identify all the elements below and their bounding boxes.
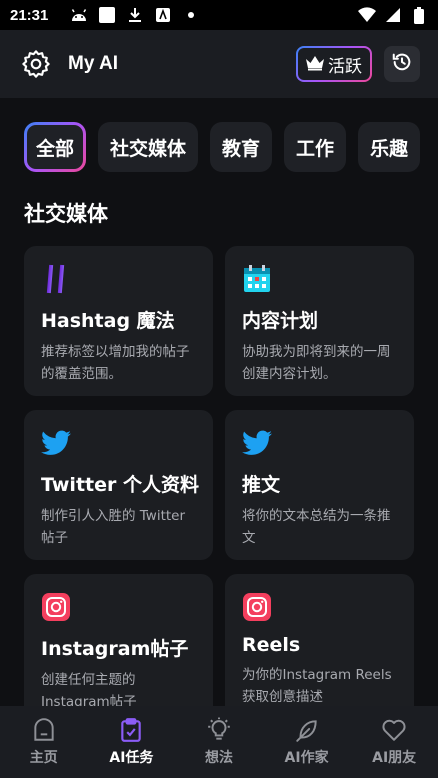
task-card-instagram-post[interactable]: Instagram帖子 创建任何主题的Instagram帖子 [24, 574, 213, 706]
battery-icon [410, 6, 428, 24]
android-icon [70, 6, 88, 24]
task-card-tweet[interactable]: 推文 将你的文本总结为一条推文 [225, 410, 414, 560]
clipboard-icon [118, 717, 144, 743]
tab-work[interactable]: 工作 [284, 122, 347, 172]
card-title: 推文 [242, 474, 281, 496]
twitter-icon [242, 428, 272, 458]
tab-fun[interactable]: 乐趣 [358, 122, 421, 172]
history-icon [391, 51, 413, 77]
gear-icon[interactable] [18, 46, 54, 82]
download-icon [126, 6, 144, 24]
nav-ai-writer[interactable]: AI作家 [267, 717, 347, 767]
card-description: 制作引人入胜的 Twitter 帖子 [41, 508, 186, 546]
card-title: Instagram帖子 [41, 638, 189, 660]
category-tabs: 全部 社交媒体 教育 工作 乐趣 [24, 122, 438, 174]
nav-label: AI作家 [284, 750, 329, 766]
signal-icon [384, 6, 402, 24]
section-title: 社交媒体 [24, 202, 108, 226]
app-title: My AI [68, 53, 118, 74]
bottom-nav: 主页 AI任务 想法 AI作家 AI朋友 [0, 706, 438, 778]
task-grid: Hashtag 魔法 推荐标签以增加我的帖子的覆盖范围。 内容计划 协助我为即将… [24, 246, 414, 706]
heart-icon [381, 717, 407, 743]
app-notification-icon [154, 6, 172, 24]
card-description: 推荐标签以增加我的帖子的覆盖范围。 [41, 344, 190, 382]
nav-label: 主页 [29, 750, 58, 766]
card-description: 创建任何主题的Instagram帖子 [41, 672, 137, 706]
card-description: 协助我为即将到来的一周创建内容计划。 [242, 344, 391, 382]
nav-ai-tasks[interactable]: AI任务 [91, 717, 171, 767]
nav-home[interactable]: 主页 [4, 717, 84, 767]
card-title: Twitter 个人资料 [41, 474, 199, 496]
status-bar: 21:31 [0, 0, 438, 30]
instagram-icon [242, 592, 272, 622]
lightbulb-icon [206, 717, 232, 743]
app-header: My AI 活跃 [0, 30, 438, 98]
wifi-icon [358, 6, 376, 24]
card-description: 为你的Instagram Reels获取创意描述 [242, 667, 392, 705]
square-notification-icon [98, 6, 116, 24]
instagram-icon [41, 592, 71, 622]
vip-label: 活跃 [328, 56, 362, 77]
tab-all[interactable]: 全部 [24, 122, 86, 172]
twitter-icon [41, 428, 71, 458]
nav-label: 想法 [204, 750, 233, 766]
crown-icon [304, 53, 326, 76]
card-title: Hashtag 魔法 [41, 310, 175, 332]
nav-label: AI任务 [109, 750, 154, 766]
hashtag-icon [41, 264, 71, 294]
vip-button[interactable]: 活跃 [296, 46, 372, 82]
status-time: 21:31 [10, 6, 49, 24]
card-description: 将你的文本总结为一条推文 [242, 508, 391, 546]
card-title: Reels [242, 634, 301, 656]
feather-icon [294, 717, 320, 743]
nav-label: AI朋友 [372, 750, 417, 766]
task-card-hashtag[interactable]: Hashtag 魔法 推荐标签以增加我的帖子的覆盖范围。 [24, 246, 213, 396]
history-button[interactable] [384, 46, 420, 82]
tab-education[interactable]: 教育 [210, 122, 273, 172]
task-card-reels[interactable]: Reels 为你的Instagram Reels获取创意描述 [225, 574, 414, 706]
calendar-icon [242, 264, 272, 294]
dot-icon [182, 6, 200, 24]
task-card-twitter-profile[interactable]: Twitter 个人资料 制作引人入胜的 Twitter 帖子 [24, 410, 213, 560]
nav-ideas[interactable]: 想法 [179, 717, 259, 767]
task-card-content-plan[interactable]: 内容计划 协助我为即将到来的一周创建内容计划。 [225, 246, 414, 396]
nav-ai-friends[interactable]: AI朋友 [354, 717, 434, 767]
card-title: 内容计划 [242, 310, 319, 332]
home-icon [31, 717, 57, 743]
tab-social-media[interactable]: 社交媒体 [98, 122, 199, 172]
